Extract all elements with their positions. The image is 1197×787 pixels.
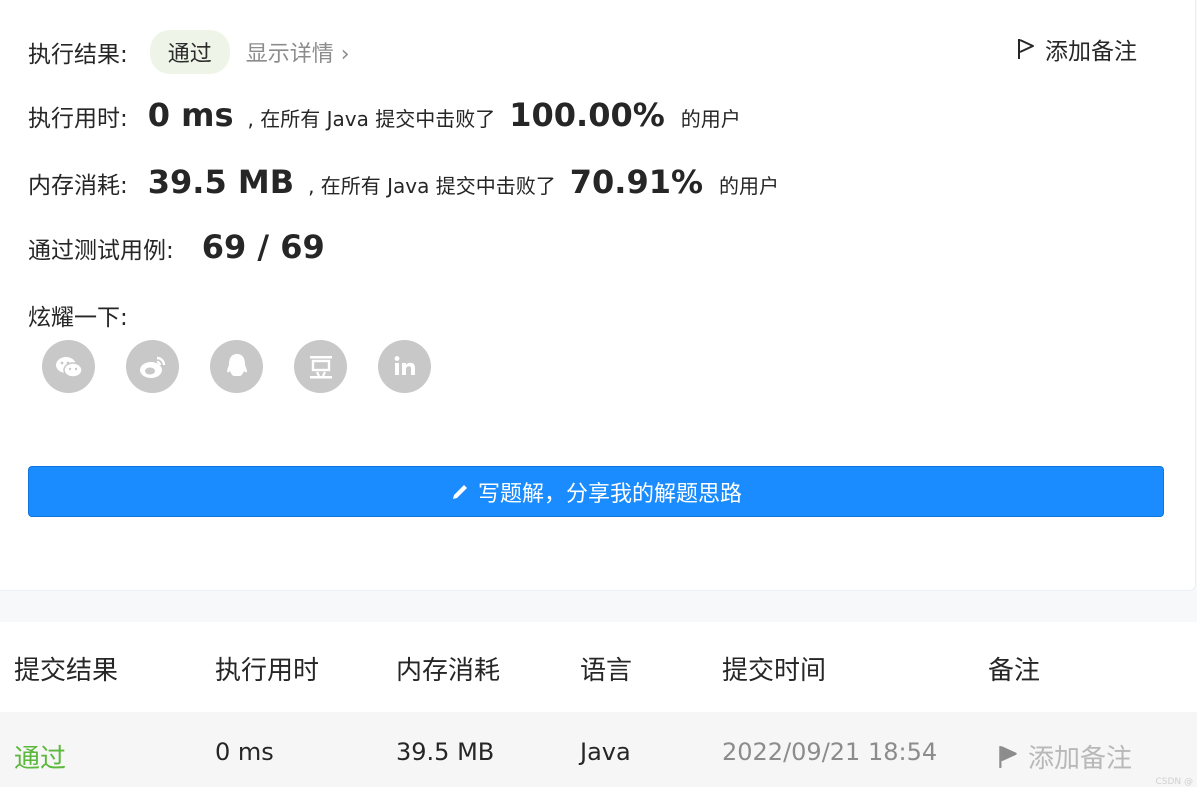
show-details-link[interactable]: 显示详情 › [246, 36, 350, 68]
memory-row: 内存消耗: 39.5 MB , 在所有 Java 提交中击败了 70.91% 的… [28, 163, 779, 201]
status-badge: 通过 [149, 30, 230, 74]
watermark: CSDN @ [1155, 777, 1193, 787]
row-add-note-label: 添加备注 [1028, 744, 1133, 774]
tests-label: 通过测试用例: [28, 238, 174, 264]
runtime-value: 0 ms [147, 96, 234, 134]
tests-value: 69 / 69 [201, 228, 325, 266]
submissions-table: 提交结果 执行用时 内存消耗 语言 提交时间 备注 通过 0 ms 39.5 M… [0, 622, 1197, 787]
runtime-label: 执行用时: [28, 106, 128, 132]
pencil-icon [452, 484, 467, 499]
write-solution-label: 写题解，分享我的解题思路 [477, 481, 742, 507]
runtime-percent: 100.00% [509, 96, 665, 134]
row-memory: 39.5 MB [396, 738, 495, 766]
runtime-row: 执行用时: 0 ms , 在所有 Java 提交中击败了 100.00% 的用户 [28, 96, 741, 134]
result-row: 执行结果: 通过 显示详情 › [28, 30, 350, 74]
row-runtime: 0 ms [215, 738, 274, 766]
memory-value: 39.5 MB [147, 163, 295, 201]
memory-suffix: 的用户 [719, 174, 780, 198]
flag-icon [999, 745, 1017, 768]
row-submit-time: 2022/09/21 18:54 [722, 738, 938, 766]
result-card: 执行结果: 通过 显示详情 › 添加备注 执行用时: 0 ms , 在所有 Ja… [0, 0, 1196, 591]
add-note-button[interactable]: 添加备注 [1017, 32, 1137, 66]
header-memory: 内存消耗 [396, 656, 501, 686]
share-icons [42, 340, 431, 393]
weibo-icon[interactable] [126, 340, 179, 393]
share-label: 炫耀一下: [28, 305, 128, 331]
memory-percent: 70.91% [569, 163, 704, 201]
row-result[interactable]: 通过 [14, 738, 66, 775]
row-add-note-button[interactable]: 添加备注 [998, 738, 1132, 775]
share-row: 炫耀一下: [28, 298, 128, 332]
header-result: 提交结果 [14, 656, 119, 686]
header-language: 语言 [580, 656, 633, 686]
runtime-text: , 在所有 Java 提交中击败了 [247, 107, 496, 131]
douban-icon[interactable] [294, 340, 347, 393]
header-runtime: 执行用时 [215, 656, 320, 686]
linkedin-icon[interactable] [378, 340, 431, 393]
tests-row: 通过测试用例: 69 / 69 [28, 228, 325, 266]
table-header: 提交结果 执行用时 内存消耗 语言 提交时间 备注 [0, 622, 1197, 713]
add-note-label: 添加备注 [1045, 39, 1137, 65]
result-label: 执行结果: [28, 42, 128, 68]
table-row[interactable]: 通过 0 ms 39.5 MB Java 2022/09/21 18:54 添加… [0, 712, 1197, 787]
write-solution-button[interactable]: 写题解，分享我的解题思路 [28, 466, 1164, 517]
wechat-icon[interactable] [42, 340, 95, 393]
flag-icon [1018, 39, 1034, 59]
row-language: Java [580, 738, 631, 766]
memory-text: , 在所有 Java 提交中击败了 [308, 174, 556, 198]
runtime-suffix: 的用户 [680, 107, 741, 131]
memory-label: 内存消耗: [28, 173, 128, 199]
header-submit-time: 提交时间 [722, 656, 827, 686]
header-note: 备注 [988, 656, 1041, 686]
qq-icon[interactable] [210, 340, 263, 393]
